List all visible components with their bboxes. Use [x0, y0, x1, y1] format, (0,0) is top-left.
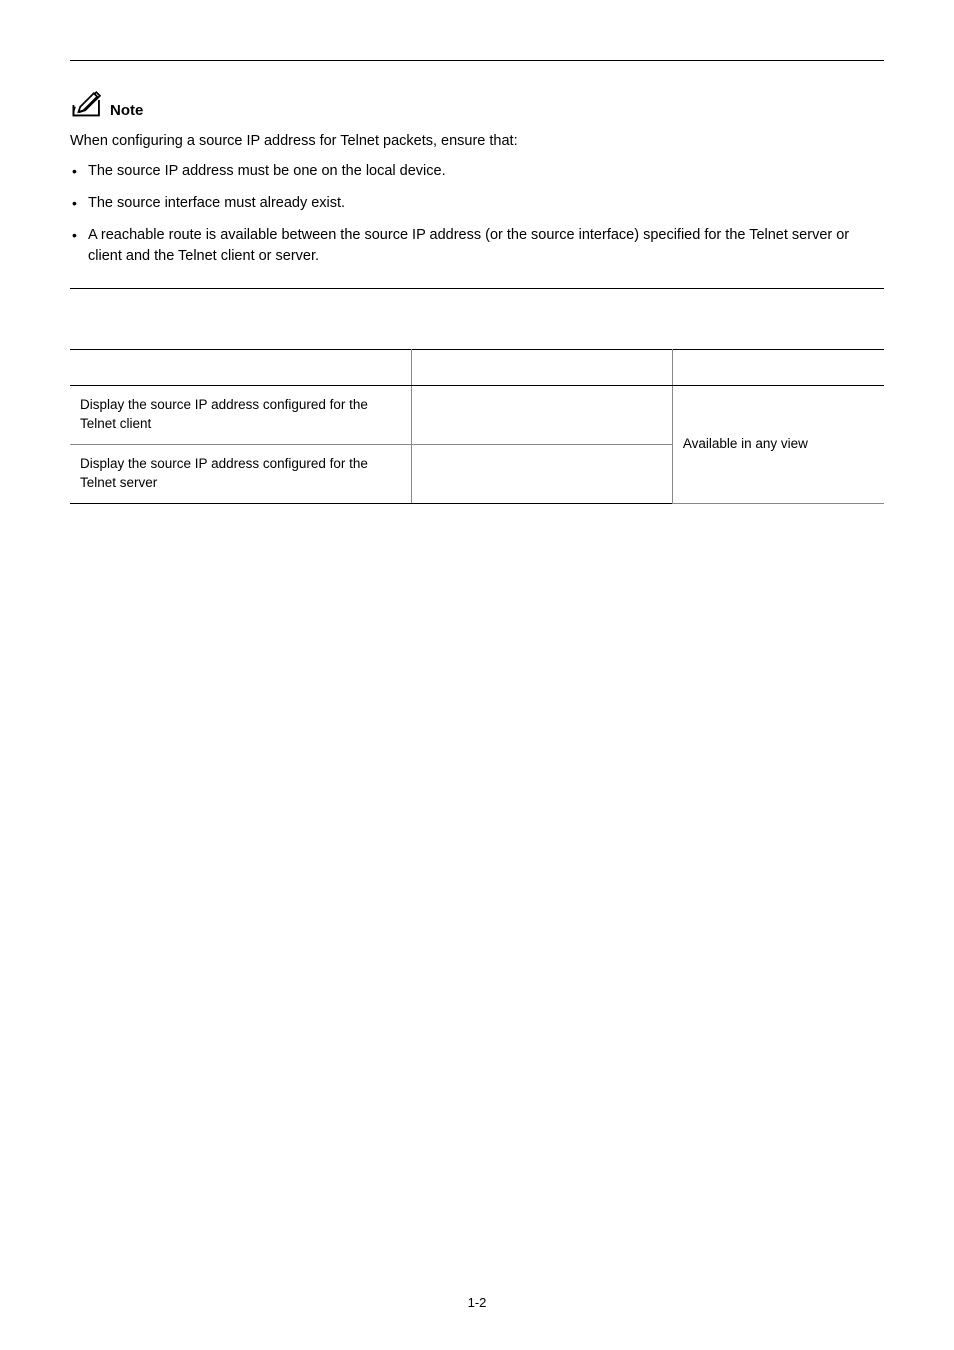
note-intro: When configuring a source IP address for… — [70, 133, 884, 149]
note-bullet-item: The source interface must already exist. — [88, 193, 884, 215]
table-cell-operation: Display the source IP address configured… — [70, 444, 412, 503]
table-row: Display the source IP address configured… — [70, 386, 884, 445]
table-header-command — [412, 350, 672, 386]
note-label: Note — [110, 102, 143, 121]
table-cell-command — [412, 444, 672, 503]
note-bullet-item: The source IP address must be one on the… — [88, 161, 884, 183]
note-bullet-list: The source IP address must be one on the… — [70, 161, 884, 268]
note-bullet-item: A reachable route is available between t… — [88, 225, 884, 269]
table-cell-description: Available in any view — [672, 386, 884, 504]
config-table: Display the source IP address configured… — [70, 349, 884, 504]
page-number: 1-2 — [0, 1295, 954, 1310]
table-header-row — [70, 350, 884, 386]
note-block: Note When configuring a source IP addres… — [70, 91, 884, 268]
note-pencil-icon — [70, 91, 104, 121]
table-cell-command — [412, 386, 672, 445]
table-cell-operation: Display the source IP address configured… — [70, 386, 412, 445]
note-header: Note — [70, 91, 884, 121]
table-header-description — [672, 350, 884, 386]
table-header-operation — [70, 350, 412, 386]
